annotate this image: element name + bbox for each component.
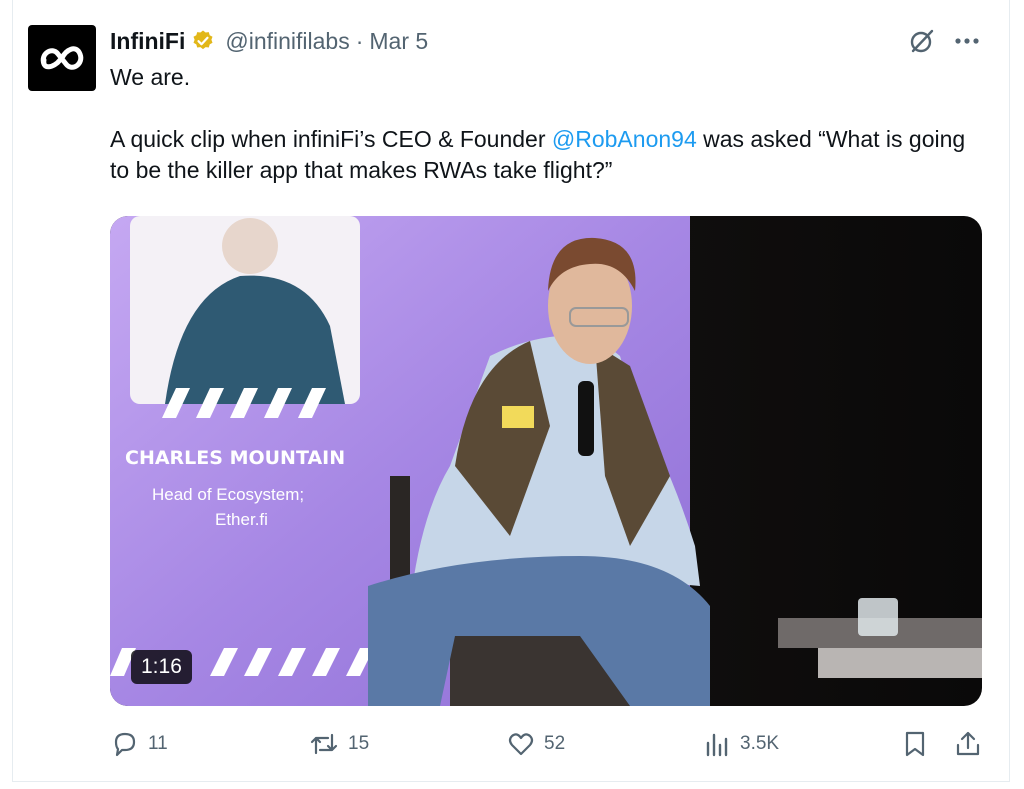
grok-button[interactable] [905,26,939,56]
avatar[interactable] [28,25,96,91]
like-count: 52 [544,733,566,754]
author-handle[interactable]: @infinifilabs [225,28,349,55]
bookmark-button[interactable] [902,726,936,762]
repost-count: 15 [348,733,370,754]
share-button[interactable] [954,726,990,762]
share-icon [956,731,980,756]
infinity-logo-icon [40,46,84,70]
reply-icon [114,732,136,757]
mention-link[interactable]: @RobAnon94 [552,126,697,152]
views-icon [706,733,728,757]
tweet-text-pre: A quick clip when infiniFi’s CEO & Found… [110,126,552,152]
views-button[interactable]: 3.5K [704,726,779,762]
tweet-text-paragraph: A quick clip when infiniFi’s CEO & Found… [110,124,985,186]
more-button[interactable] [950,26,984,56]
more-icon [955,38,979,44]
repost-button[interactable]: 15 [308,726,369,762]
slide-speaker-name: CHARLES MOUNTAIN [125,447,345,469]
action-bar: 11 15 52 3.5K [110,726,986,762]
bookmark-icon [905,731,925,757]
tweet-date[interactable]: Mar 5 [369,28,428,55]
grok-icon [910,29,934,53]
tweet-text-line1: We are. [110,64,191,90]
video-player[interactable]: CHARLES MOUNTAIN Head of Ecosystem; Ethe… [110,216,982,706]
like-button[interactable]: 52 [506,726,565,762]
author-name[interactable]: InfiniFi [110,28,185,55]
slide-speaker-org: Ether.fi [215,510,268,529]
verified-badge-icon [191,29,215,53]
slide-speaker-title: Head of Ecosystem; [152,485,304,504]
views-count: 3.5K [740,733,780,754]
tweet-text: We are. A quick clip when infiniFi’s CEO… [110,62,985,186]
repost-icon [310,733,338,755]
tweet-header: InfiniFi @infinifilabs · Mar 5 [110,26,428,56]
video-frame: CHARLES MOUNTAIN Head of Ecosystem; Ethe… [110,216,982,706]
separator-dot: · [355,27,364,54]
reply-button[interactable]: 11 [110,726,168,762]
like-icon [508,733,534,756]
reply-count: 11 [148,733,168,754]
video-duration: 1:16 [131,650,192,684]
